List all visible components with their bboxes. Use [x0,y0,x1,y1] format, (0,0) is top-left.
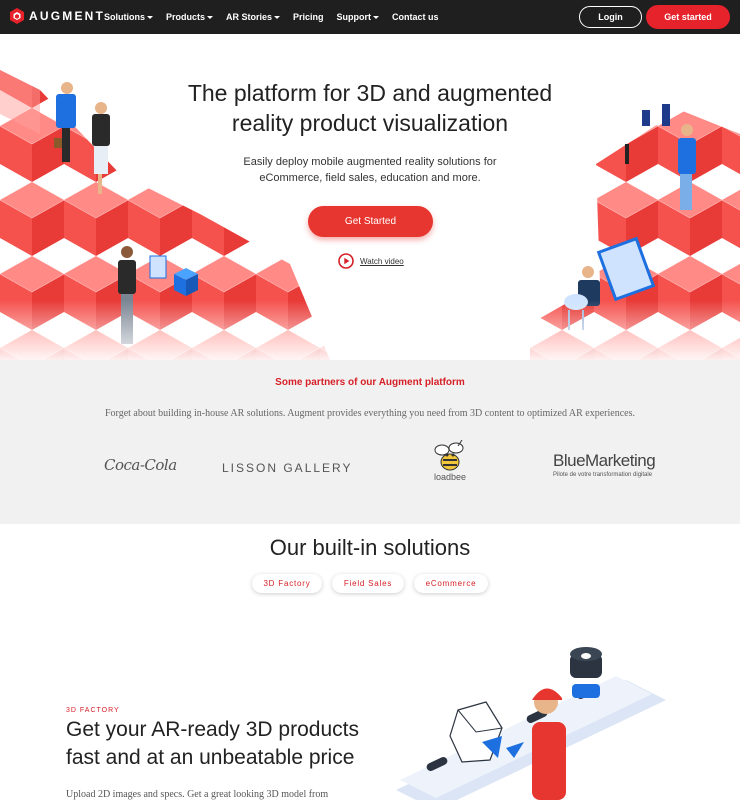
bluemarketing-logo: BlueMarketing Pilote de votre transforma… [553,451,656,478]
solutions-title: Our built-in solutions [269,535,471,560]
speaker-model [570,647,602,698]
nav-item-contact[interactable]: Contact us [392,12,439,22]
solutions-tabs: 3D Factory Field Sales eCommerce [0,574,740,593]
partners-subtitle: Forget about building in-house AR soluti… [104,408,635,419]
hero-title: The platform for 3D and augmented realit… [187,80,553,136]
augment-logo[interactable]: AUGMENT [10,8,105,24]
tab-3d-factory[interactable]: 3D Factory [252,574,322,593]
tab-field-sales[interactable]: Field Sales [332,574,404,593]
chevron-down-icon [207,15,214,19]
feature-kicker: 3D FACTORY [66,707,120,714]
factory-illustration [396,647,666,800]
nav-label: Support [336,12,372,22]
nav-item-solutions[interactable]: Solutions [104,12,153,22]
tab-ecommerce[interactable]: eCommerce [414,574,488,593]
top-navbar: AUGMENT Solutions Products AR Stories Pr… [0,0,740,34]
bee-icon [434,440,464,471]
nav-label: Products [166,12,206,22]
logo-wordmark: AUGMENT [29,9,106,23]
nav-item-pricing[interactable]: Pricing [293,12,324,22]
nav-item-products[interactable]: Products [166,12,214,22]
nav-label: AR Stories [226,12,273,22]
chevron-down-icon [147,15,153,19]
hero-section: The platform for 3D and augmented realit… [0,34,740,360]
loadbee-label: loadbee [433,472,467,482]
nav-label: Solutions [104,12,145,22]
feature-description: Upload 2D images and specs. Get a great … [66,789,329,800]
hero-get-started-button[interactable]: Get Started [308,206,433,237]
get-started-nav-button[interactable]: Get started [646,5,730,29]
chevron-down-icon [373,15,380,19]
watch-video-label: Watch video [360,256,404,266]
coca-cola-logo: Coca-Cola [104,456,177,474]
loadbee-logo: loadbee [428,440,472,482]
bluemarketing-name: BlueMarketing [553,451,656,470]
feature-title: Get your AR-ready 3D products fast and a… [66,718,359,769]
watch-video-link[interactable]: Watch video [338,253,404,269]
hero-fade-overlay [0,300,740,360]
chevron-down-icon [274,15,281,19]
lisson-gallery-logo: LISSON GALLERY [222,461,353,475]
partners-section: Some partners of our Augment platform Fo… [0,360,740,524]
play-circle-icon [338,253,354,269]
main-menu: Solutions Products AR Stories Pricing Su… [104,0,452,34]
hero-subtitle: Easily deploy mobile augmented reality s… [243,156,497,184]
partners-title: Some partners of our Augment platform [275,377,465,388]
nav-label: Pricing [293,12,324,22]
bluemarketing-tagline: Pilote de votre transformation digitale [553,472,653,478]
nav-item-ar-stories[interactable]: AR Stories [226,12,281,22]
augment-logo-icon [10,8,24,24]
nav-label: Contact us [392,12,439,22]
login-button[interactable]: Login [579,6,642,28]
nav-item-support[interactable]: Support [337,12,380,22]
